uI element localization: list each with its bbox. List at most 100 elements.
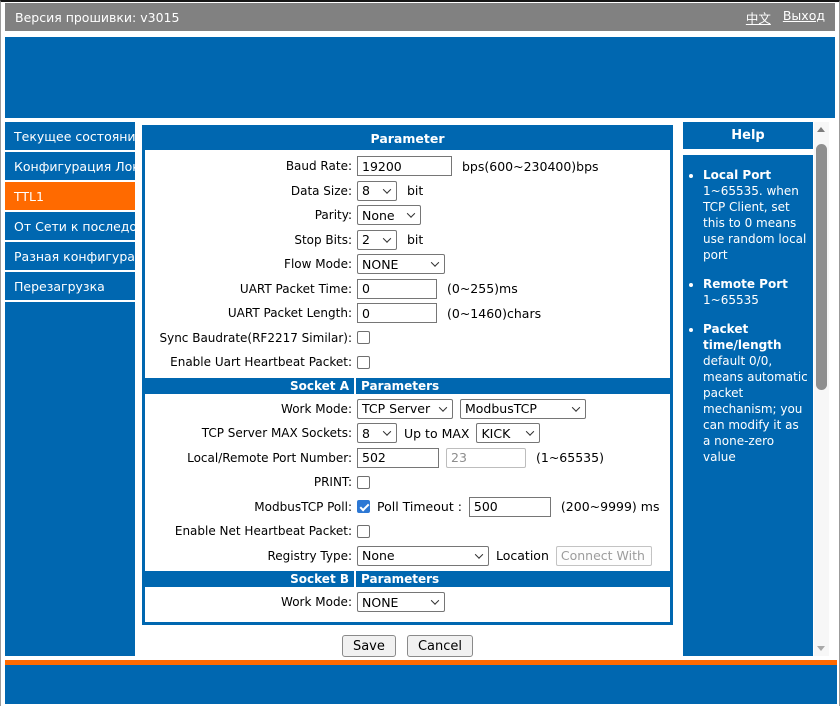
panel-title: Parameter — [145, 128, 670, 150]
modbustcp-poll-note: (200~9999) ms — [560, 499, 660, 515]
socketa-work-mode-label: Work Mode: — [281, 401, 352, 416]
baud-rate-label: Baud Rate: — [285, 159, 352, 174]
select-value: 8 — [362, 425, 370, 441]
page: Версия прошивки: v3015 中文 Выход Текущее … — [0, 0, 840, 706]
stop-bits-note: bit — [407, 232, 424, 248]
uart-packet-length-input[interactable] — [357, 303, 437, 324]
scrollbar-thumb[interactable] — [816, 144, 827, 390]
logout-link[interactable]: Выход — [783, 8, 825, 27]
parity-select[interactable]: None — [357, 205, 421, 226]
sync-baudrate-checkbox[interactable] — [357, 331, 370, 345]
sync-baudrate-label: Sync Baudrate(RF2217 Similar): — [159, 330, 352, 345]
form-controls: None — [357, 205, 670, 226]
uart-packet-time-label: UART Packet Time: — [239, 281, 352, 296]
help-item-text: 1~65535. when TCP Client, set this to 0 … — [703, 184, 807, 262]
local-remote-port-label: Local/Remote Port Number: — [187, 450, 352, 465]
stop-bits-label: Stop Bits: — [294, 232, 352, 247]
socketa-work-mode-select[interactable]: TCP Server — [357, 398, 453, 419]
data-size-note: bit — [407, 183, 424, 199]
chevron-down-icon — [382, 234, 392, 243]
sidebar-item[interactable]: Перезагрузка — [5, 272, 135, 302]
enable-uart-heartbeat-label: Enable Uart Heartbeat Packet: — [170, 355, 352, 370]
modbustcp-poll-input-3[interactable] — [468, 496, 551, 517]
help-item-text: default 0/0, means automatic packet mech… — [703, 354, 808, 464]
tcp-server-max-sockets-select[interactable]: 8 — [357, 423, 397, 444]
form-controls: 8 bit — [357, 180, 670, 201]
select-value: 8 — [362, 183, 370, 199]
scroll-down-button[interactable] — [814, 641, 829, 656]
save-button[interactable]: Save — [341, 635, 396, 657]
chevron-down-icon — [430, 258, 440, 268]
sidebar-item[interactable]: Конфигурация Локаль — [5, 152, 135, 182]
form-controls: (0~255)ms — [357, 278, 670, 299]
footer-banner — [5, 665, 837, 704]
help-title: Help — [683, 122, 813, 149]
form-row: UART Packet Length: (0~1460)chars — [145, 301, 670, 326]
form-controls: Poll Timeout : (200~9999) ms — [357, 496, 670, 517]
stop-bits-select[interactable]: 2 — [357, 229, 397, 250]
flow-mode-label: Flow Mode: — [284, 257, 352, 272]
firmware-version-label: Версия прошивки: v3015 — [15, 9, 180, 25]
select-value: KICK — [481, 425, 511, 441]
parameter-panel: Parameter Baud Rate: bps(600~230400)bps Da… — [142, 125, 673, 625]
help-panel: Help Local Port 1~65535. when TCP Client,… — [683, 122, 813, 656]
print-checkbox[interactable] — [357, 475, 370, 489]
form-controls — [357, 355, 670, 369]
section-header: Socket A Parameters — [145, 377, 670, 394]
sidebar-item[interactable]: От Сети к последовате — [5, 212, 135, 242]
local-remote-port-input-2[interactable] — [446, 447, 526, 468]
form-controls: (0~1460)chars — [357, 303, 670, 324]
sidebar-item[interactable]: Разная конфигурация — [5, 242, 135, 272]
parity-label: Parity: — [314, 208, 352, 223]
scroll-up-button[interactable] — [814, 122, 829, 137]
baud-rate-input[interactable] — [357, 156, 452, 177]
chevron-down-icon — [474, 550, 484, 559]
registry-type-select[interactable]: None — [357, 545, 489, 566]
section-right-label: Parameters — [361, 572, 440, 586]
parameter-form: Baud Rate: bps(600~230400)bps Data Size: 8 b… — [145, 150, 670, 622]
uart-packet-time-note: (0~255)ms — [447, 281, 518, 297]
socketb-work-mode-select[interactable]: NONE — [357, 592, 445, 613]
help-body: Local Port 1~65535. when TCP Client, set … — [683, 155, 813, 656]
select-value: NONE — [362, 256, 399, 272]
form-row: UART Packet Time: (0~255)ms — [145, 277, 670, 302]
form-controls: 8 Up to MAX KICK — [357, 423, 670, 444]
form-controls: TCP Server ModbusTCP — [357, 398, 670, 419]
tcp-server-max-sockets-select-3[interactable]: KICK — [476, 423, 541, 444]
form-controls: NONE — [357, 254, 670, 275]
select-value: None — [362, 548, 395, 564]
sidebar-menu: Текущее состояниеКонфигурация ЛокальTTL1… — [5, 122, 135, 656]
chevron-down-icon — [430, 596, 440, 606]
flow-mode-select[interactable]: NONE — [357, 254, 445, 275]
form-row: Sync Baudrate(RF2217 Similar): — [145, 326, 670, 351]
form-controls: (1~65535) — [357, 447, 670, 468]
help-item: Local Port 1~65535. when TCP Client, set … — [703, 167, 808, 263]
help-list: Local Port 1~65535. when TCP Client, set … — [686, 167, 808, 465]
local-remote-port-input[interactable] — [357, 447, 439, 468]
form-controls: NONE — [357, 592, 670, 613]
form-row: Enable Net Heartbeat Packet: — [145, 519, 670, 544]
sidebar-item[interactable]: TTL1 — [5, 182, 135, 212]
registry-type-select-3[interactable]: Connect With — [555, 545, 652, 566]
form-controls: 2 bit — [357, 229, 670, 250]
help-item: Remote Port 1~65535 — [703, 276, 808, 308]
help-item-text: 1~65535 — [703, 293, 759, 307]
sidebar-item[interactable]: Текущее состояние — [5, 122, 135, 152]
tcp-server-max-sockets-label: TCP Server MAX Sockets: — [201, 426, 352, 441]
language-link[interactable]: 中文 — [746, 8, 771, 27]
select-value: ModbusTCP — [465, 401, 537, 417]
data-size-select[interactable]: 8 — [357, 180, 397, 201]
form-row: Stop Bits: 2 bit — [145, 228, 670, 253]
form-row: Work Mode: TCP Server ModbusTCP — [145, 397, 670, 422]
form-controls — [357, 524, 670, 538]
chevron-down-icon — [406, 209, 416, 219]
socketa-work-mode-select-2[interactable]: ModbusTCP — [460, 398, 586, 419]
cancel-button[interactable]: Cancel — [406, 635, 474, 657]
local-remote-port-note: (1~65535) — [536, 450, 604, 466]
form-row: Flow Mode: NONE — [145, 252, 670, 277]
enable-net-heartbeat-checkbox[interactable] — [357, 524, 370, 538]
uart-packet-time-input[interactable] — [357, 278, 437, 299]
header-banner — [5, 37, 835, 118]
modbustcp-poll-checkbox[interactable] — [357, 500, 370, 514]
enable-uart-heartbeat-checkbox[interactable] — [357, 355, 370, 369]
